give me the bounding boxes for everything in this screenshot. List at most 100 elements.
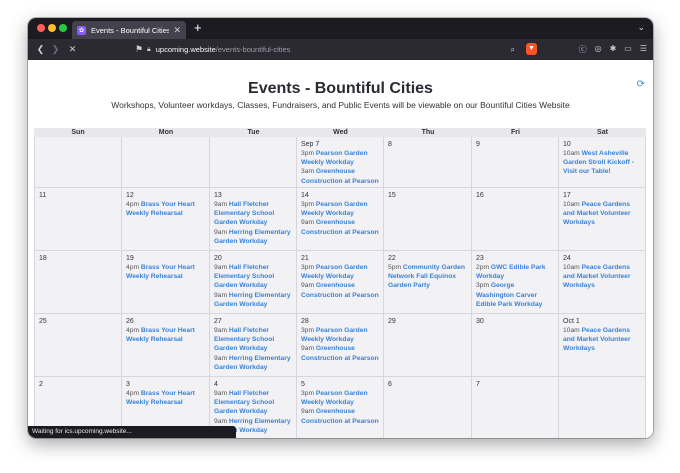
calendar-day-cell[interactable]: 10 10am West Asheville Garden Stroll Kick…	[559, 137, 646, 188]
day-number: 3	[126, 381, 130, 388]
calendar-event[interactable]: 9am Greenhouse Construction at Pearson	[301, 407, 379, 425]
calendar-event[interactable]: 4pm Brass Your Heart Weekly Rehearsal	[126, 389, 205, 407]
calendar-event[interactable]: 3pm George Washington Carver Edible Park…	[476, 281, 554, 309]
new-tab-icon[interactable]: +	[194, 21, 202, 35]
maximize-window-button[interactable]	[59, 24, 67, 32]
calendar-event[interactable]: 10am Peace Gardens and Market Volunteer …	[563, 263, 641, 291]
day-number: 6	[388, 381, 392, 388]
calendar-event[interactable]: 4pm Brass Your Heart Weekly Rehearsal	[126, 263, 205, 281]
calendar-event[interactable]: 4pm Brass Your Heart Weekly Rehearsal	[126, 200, 205, 218]
calendar-day-cell[interactable]: 18	[34, 251, 122, 314]
calendar-event[interactable]: 9am Herring Elementary Garden Workday	[214, 354, 292, 372]
calendar-day-cell[interactable]: 17 10am Peace Gardens and Market Voluntee…	[559, 188, 646, 251]
calendar-day-cell[interactable]	[559, 377, 646, 438]
zoom-search-icon[interactable]: ⌕	[511, 45, 515, 55]
calendar-day-cell[interactable]: 22 5pm Community Garden Network Fall Equi…	[384, 251, 472, 314]
calendar-event[interactable]: 3pm Pearson Garden Weekly Workday	[301, 389, 379, 407]
calendar-event[interactable]: 2pm GWC Edible Park Workday	[476, 263, 554, 281]
calendar-day-cell[interactable]: 23 2pm GWC Edible Park Workday 3pm George …	[472, 251, 559, 314]
calendar-event[interactable]: 10am Peace Gardens and Market Volunteer …	[563, 200, 641, 228]
event-time: 9am	[301, 408, 315, 416]
wallet-icon[interactable]: ◎	[595, 44, 602, 55]
event-time: 10am	[563, 201, 580, 208]
calendar-day-cell[interactable]: 19 4pm Brass Your Heart Weekly Rehearsal	[122, 251, 210, 314]
day-number: 2	[39, 381, 43, 388]
stop-loading-icon[interactable]: ✕	[65, 44, 80, 55]
calendar-day-cell[interactable]	[122, 137, 210, 188]
browser-window: ✿ Events - Bountiful Cities ✕ + ⌄ ❮ ❯ ✕ …	[28, 18, 653, 438]
event-time: 3am	[301, 168, 315, 176]
lock-icon[interactable]: 🔒︎	[147, 46, 151, 54]
calendar-event[interactable]: 9am Herring Elementary Garden Workday	[214, 228, 292, 246]
calendar-day-cell[interactable]: 7	[472, 377, 559, 438]
calendar-day-cell[interactable]: 26 4pm Brass Your Heart Weekly Rehearsal	[122, 314, 210, 377]
calendar-day-cell[interactable]: 29	[384, 314, 472, 377]
calendar-day-cell[interactable]: 25	[34, 314, 122, 377]
forward-arrow-icon[interactable]: ❯	[48, 44, 63, 55]
calendar-event[interactable]: 9am Greenhouse Construction at Pearson	[301, 281, 379, 299]
calendar-event[interactable]: 9am Hall Fletcher Elementary School Gard…	[214, 263, 292, 291]
calendar-day-cell[interactable]: 20 9am Hall Fletcher Elementary School Ga…	[210, 251, 297, 314]
active-tab[interactable]: ✿ Events - Bountiful Cities ✕	[72, 21, 186, 39]
tab-list-chevron-icon[interactable]: ⌄	[637, 22, 645, 33]
close-window-button[interactable]	[37, 24, 45, 32]
calendar-day-cell[interactable]: 15	[384, 188, 472, 251]
event-time: 9am	[214, 417, 228, 425]
weekday-label: Mon	[158, 129, 174, 136]
calendar-event[interactable]: 3pm Pearson Garden Weekly Workday	[301, 326, 379, 344]
weekday-label: Thu	[421, 129, 435, 136]
brave-shield-icon[interactable]: ▼	[526, 43, 537, 55]
calendar-day-cell[interactable]: 9	[472, 137, 559, 188]
address-bar[interactable]: 🔒︎ upcoming.website/events-bountiful-cit…	[147, 42, 539, 57]
calendar-event[interactable]: 9am Hall Fletcher Elementary School Gard…	[214, 326, 292, 354]
refresh-icon[interactable]: ⟳	[637, 79, 645, 90]
calendar-event[interactable]: 3pm Pearson Garden Weekly Workday	[301, 263, 379, 281]
calendar-day-cell[interactable]	[34, 137, 122, 188]
calendar-event[interactable]: 9am Hall Fletcher Elementary School Gard…	[214, 389, 292, 417]
calendar-day-cell[interactable]: 8	[384, 137, 472, 188]
event-time: 10am	[563, 264, 580, 271]
calendar-day-cell[interactable]: 16	[472, 188, 559, 251]
calendar-day-cell[interactable]	[210, 137, 297, 188]
calendar-event[interactable]: 5pm Community Garden Network Fall Equino…	[388, 263, 467, 291]
event-time: 4pm	[126, 264, 140, 271]
menu-icon[interactable]: ☰	[640, 44, 647, 55]
calendar-event[interactable]: 9am Greenhouse Construction at Pearson	[301, 344, 379, 362]
sidebar-icon[interactable]: ▭	[624, 44, 632, 55]
calendar-event[interactable]: 3pm Pearson Garden Weekly Workday	[301, 200, 379, 218]
calendar-day-cell[interactable]: 30	[472, 314, 559, 377]
bookmark-icon[interactable]: ⚑	[135, 44, 143, 55]
calendar-event[interactable]: 10am West Asheville Garden Stroll Kickof…	[563, 149, 641, 177]
calendar-day-cell[interactable]: 6	[384, 377, 472, 438]
event-time: 9am	[301, 345, 315, 353]
calendar-event[interactable]: 4pm Brass Your Heart Weekly Rehearsal	[126, 326, 205, 344]
day-number: 22	[388, 255, 396, 262]
calendar-event[interactable]: 9am Hall Fletcher Elementary School Gard…	[214, 200, 292, 228]
calendar-day-cell[interactable]: 27 9am Hall Fletcher Elementary School Ga…	[210, 314, 297, 377]
calendar-day-cell[interactable]: 14 3pm Pearson Garden Weekly Workday 9am G…	[297, 188, 384, 251]
calendar-event[interactable]: 9am Greenhouse Construction at Pearson	[301, 218, 379, 236]
calendar-day-cell[interactable]: 13 9am Hall Fletcher Elementary School Ga…	[210, 188, 297, 251]
event-time: 3pm	[476, 282, 490, 290]
calendar-event[interactable]: 3am Greenhouse Construction at Pearson	[301, 167, 379, 185]
minimize-window-button[interactable]	[48, 24, 56, 32]
calendar-day-cell[interactable]: Sep 7 3pm Pearson Garden Weekly Workday 3a…	[297, 137, 384, 188]
close-tab-icon[interactable]: ✕	[173, 25, 181, 36]
extensions-puzzle-icon[interactable]: ✱	[610, 44, 617, 55]
event-time: 2pm	[476, 264, 490, 271]
calendar-day-cell[interactable]: 21 3pm Pearson Garden Weekly Workday 9am G…	[297, 251, 384, 314]
back-arrow-icon[interactable]: ❮	[33, 44, 48, 55]
calendar-day-cell[interactable]: 5 3pm Pearson Garden Weekly Workday 9am Gr…	[297, 377, 384, 438]
day-number: 20	[214, 255, 222, 262]
calendar-event[interactable]: 9am Herring Elementary Garden Workday	[214, 291, 292, 309]
calendar-day-cell[interactable]: 11	[34, 188, 122, 251]
extension-c-icon[interactable]: ⓒ	[579, 44, 587, 55]
calendar-event[interactable]: 10am Peace Gardens and Market Volunteer …	[563, 326, 641, 354]
page-content: Events - Bountiful Cities Workshops, Vol…	[28, 60, 653, 438]
calendar-day-cell[interactable]: 24 10am Peace Gardens and Market Voluntee…	[559, 251, 646, 314]
calendar-event[interactable]: 3pm Pearson Garden Weekly Workday	[301, 149, 379, 167]
status-bar: Waiting for ics.upcoming.website...	[28, 426, 236, 438]
calendar-day-cell[interactable]: 28 3pm Pearson Garden Weekly Workday 9am G…	[297, 314, 384, 377]
calendar-day-cell[interactable]: Oct 1 10am Peace Gardens and Market Volun…	[559, 314, 646, 377]
calendar-day-cell[interactable]: 12 4pm Brass Your Heart Weekly Rehearsal	[122, 188, 210, 251]
